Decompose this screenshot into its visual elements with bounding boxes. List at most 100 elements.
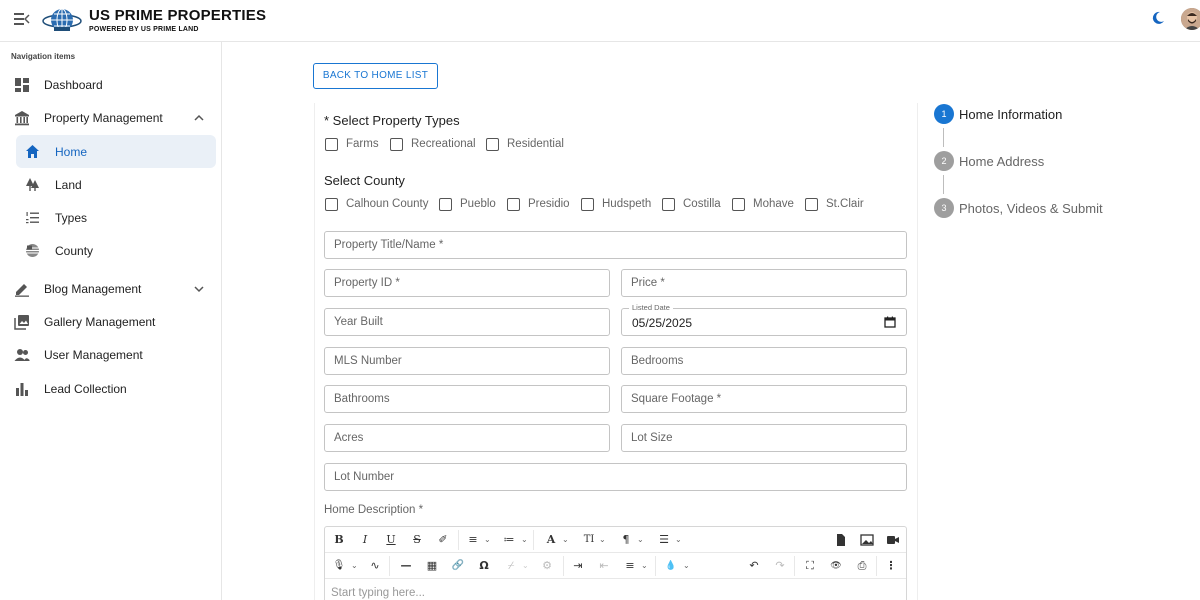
strikethrough-button[interactable]: S	[409, 532, 425, 548]
listed-date-field[interactable]: Listed Date 05/25/2025	[621, 303, 907, 336]
property-title-field[interactable]: Property Title/Name *	[324, 231, 907, 259]
fullscreen-icon[interactable]: ⛶	[802, 558, 818, 574]
chevron-down-icon[interactable]: ⌄	[641, 558, 649, 574]
settings-icon[interactable]: ⚙	[539, 558, 555, 574]
bathrooms-field[interactable]: Bathrooms	[324, 385, 610, 413]
sidebar-item-blog-management[interactable]: Blog Management	[0, 273, 222, 306]
brand-logo[interactable]	[42, 6, 82, 36]
underline-button[interactable]: U	[383, 532, 399, 548]
font-size-icon[interactable]: TI	[581, 532, 597, 548]
property-id-field[interactable]: Property ID *	[324, 269, 610, 297]
checkbox-box[interactable]	[325, 198, 338, 211]
checkbox-box[interactable]	[325, 138, 338, 151]
checkbox-box[interactable]	[507, 198, 520, 211]
sidebar-item-user-management[interactable]: User Management	[0, 339, 222, 372]
checkbox-label: Residential	[507, 138, 564, 150]
bold-button[interactable]: B	[331, 532, 347, 548]
italic-button[interactable]: I	[357, 532, 373, 548]
chevron-down-icon[interactable]: ⌄	[637, 532, 645, 548]
dark-mode-icon[interactable]	[1150, 10, 1166, 26]
spellcheck-icon[interactable]: ∿	[367, 558, 383, 574]
more-options-icon[interactable]: ⋮	[883, 558, 899, 574]
sidebar-subitem-types[interactable]: Types	[16, 201, 216, 234]
forest-icon	[26, 178, 39, 191]
sidebar-item-dashboard[interactable]: Dashboard	[0, 69, 222, 102]
menu-collapse-icon[interactable]	[14, 12, 30, 26]
back-to-home-list-button[interactable]: BACK TO HOME LIST	[313, 63, 438, 89]
lot-size-field[interactable]: Lot Size	[621, 424, 907, 452]
image-icon[interactable]	[859, 532, 875, 548]
chevron-down-icon[interactable]: ⌄	[522, 558, 530, 574]
numbered-list-icon[interactable]: ≔	[501, 532, 517, 548]
select-county-title: Select County	[324, 173, 405, 188]
dashboard-icon	[15, 78, 29, 92]
font-icon[interactable]: A	[543, 532, 559, 548]
checkbox-box[interactable]	[486, 138, 499, 151]
field-placeholder: Bedrooms	[631, 355, 684, 367]
avatar[interactable]	[1181, 8, 1200, 30]
app-header: US PRIME PROPERTIES POWERED BY US PRIME …	[0, 0, 1200, 42]
checkbox-label: St.Clair	[826, 198, 864, 210]
checkbox-box[interactable]	[581, 198, 594, 211]
mls-number-field[interactable]: MLS Number	[324, 347, 610, 375]
checkbox-box[interactable]	[805, 198, 818, 211]
chevron-down-icon[interactable]: ⌄	[675, 532, 683, 548]
rich-text-editor[interactable]: B I U S ✐ ≡ ⌄ ≔ ⌄ A ⌄ TI ⌄ ¶ ⌄ ☰ ⌄ 🎙 ⌄ ∿…	[324, 526, 907, 600]
bedrooms-field[interactable]: Bedrooms	[621, 347, 907, 375]
indent-icon[interactable]: ⇥	[570, 558, 586, 574]
toolbar-separator	[389, 556, 390, 576]
square-footage-field[interactable]: Square Footage *	[621, 385, 907, 413]
field-placeholder: Square Footage *	[631, 393, 722, 405]
video-icon[interactable]	[885, 532, 901, 548]
color-drop-icon[interactable]: 💧	[663, 558, 679, 574]
field-placeholder: Property Title/Name *	[334, 239, 444, 251]
microphone-icon[interactable]: 🎙	[331, 558, 347, 574]
acres-field[interactable]: Acres	[324, 424, 610, 452]
chevron-down-icon[interactable]: ⌄	[683, 558, 691, 574]
link-icon[interactable]: 🔗	[450, 558, 466, 574]
outdent-icon[interactable]: ⇤	[596, 558, 612, 574]
eraser-icon[interactable]: ✐	[435, 532, 451, 548]
checkbox-box[interactable]	[439, 198, 452, 211]
calendar-icon[interactable]	[884, 316, 896, 328]
undo-icon[interactable]: ↶	[746, 558, 762, 574]
toolbar-separator	[458, 530, 459, 550]
home-icon	[26, 145, 39, 158]
bullet-list-icon[interactable]: ≡	[465, 532, 481, 548]
special-char-icon[interactable]: Ω	[476, 558, 492, 574]
sidebar-item-lead-collection[interactable]: Lead Collection	[0, 373, 222, 406]
price-field[interactable]: Price *	[621, 269, 907, 297]
sidebar-subitem-land[interactable]: Land	[16, 168, 216, 201]
editor-toolbar-row-1: B I U S ✐ ≡ ⌄ ≔ ⌄ A ⌄ TI ⌄ ¶ ⌄ ☰ ⌄	[325, 527, 906, 553]
sidebar-subitem-home[interactable]: Home	[16, 135, 216, 168]
table-icon[interactable]: ▦	[424, 558, 440, 574]
paragraph-icon[interactable]: ¶	[618, 532, 634, 548]
year-built-field[interactable]: Year Built	[324, 308, 610, 336]
toolbar-separator	[794, 556, 795, 576]
line-height-icon[interactable]: ☰	[656, 532, 672, 548]
chevron-down-icon[interactable]: ⌄	[484, 532, 492, 548]
preview-icon[interactable]: 👁	[828, 558, 844, 574]
chevron-down-icon[interactable]: ⌄	[521, 532, 529, 548]
sidebar-item-label: User Management	[44, 348, 143, 362]
chevron-down-icon[interactable]: ⌄	[351, 558, 359, 574]
sidebar-item-property-management[interactable]: Property Management	[0, 102, 222, 135]
align-icon[interactable]: ≡	[622, 558, 638, 574]
checkbox-box[interactable]	[732, 198, 745, 211]
checkbox-label: Mohave	[753, 198, 794, 210]
editor-placeholder[interactable]: Start typing here...	[331, 587, 425, 599]
print-icon[interactable]: ⎙	[854, 558, 870, 574]
checkbox-box[interactable]	[662, 198, 675, 211]
file-icon[interactable]	[833, 532, 849, 548]
checkbox-box[interactable]	[390, 138, 403, 151]
lot-number-field[interactable]: Lot Number	[324, 463, 907, 491]
subscript-icon[interactable]: ⌿	[503, 558, 519, 574]
sidebar-item-gallery-management[interactable]: Gallery Management	[0, 306, 222, 339]
chevron-down-icon[interactable]: ⌄	[562, 532, 570, 548]
horizontal-line-icon[interactable]: —	[398, 558, 414, 574]
redo-icon[interactable]: ↷	[772, 558, 788, 574]
chevron-down-icon[interactable]: ⌄	[599, 532, 607, 548]
sidebar-subitem-county[interactable]: County	[16, 234, 216, 267]
nav-heading: Navigation items	[11, 52, 76, 61]
sidebar-item-label: Dashboard	[44, 78, 103, 92]
